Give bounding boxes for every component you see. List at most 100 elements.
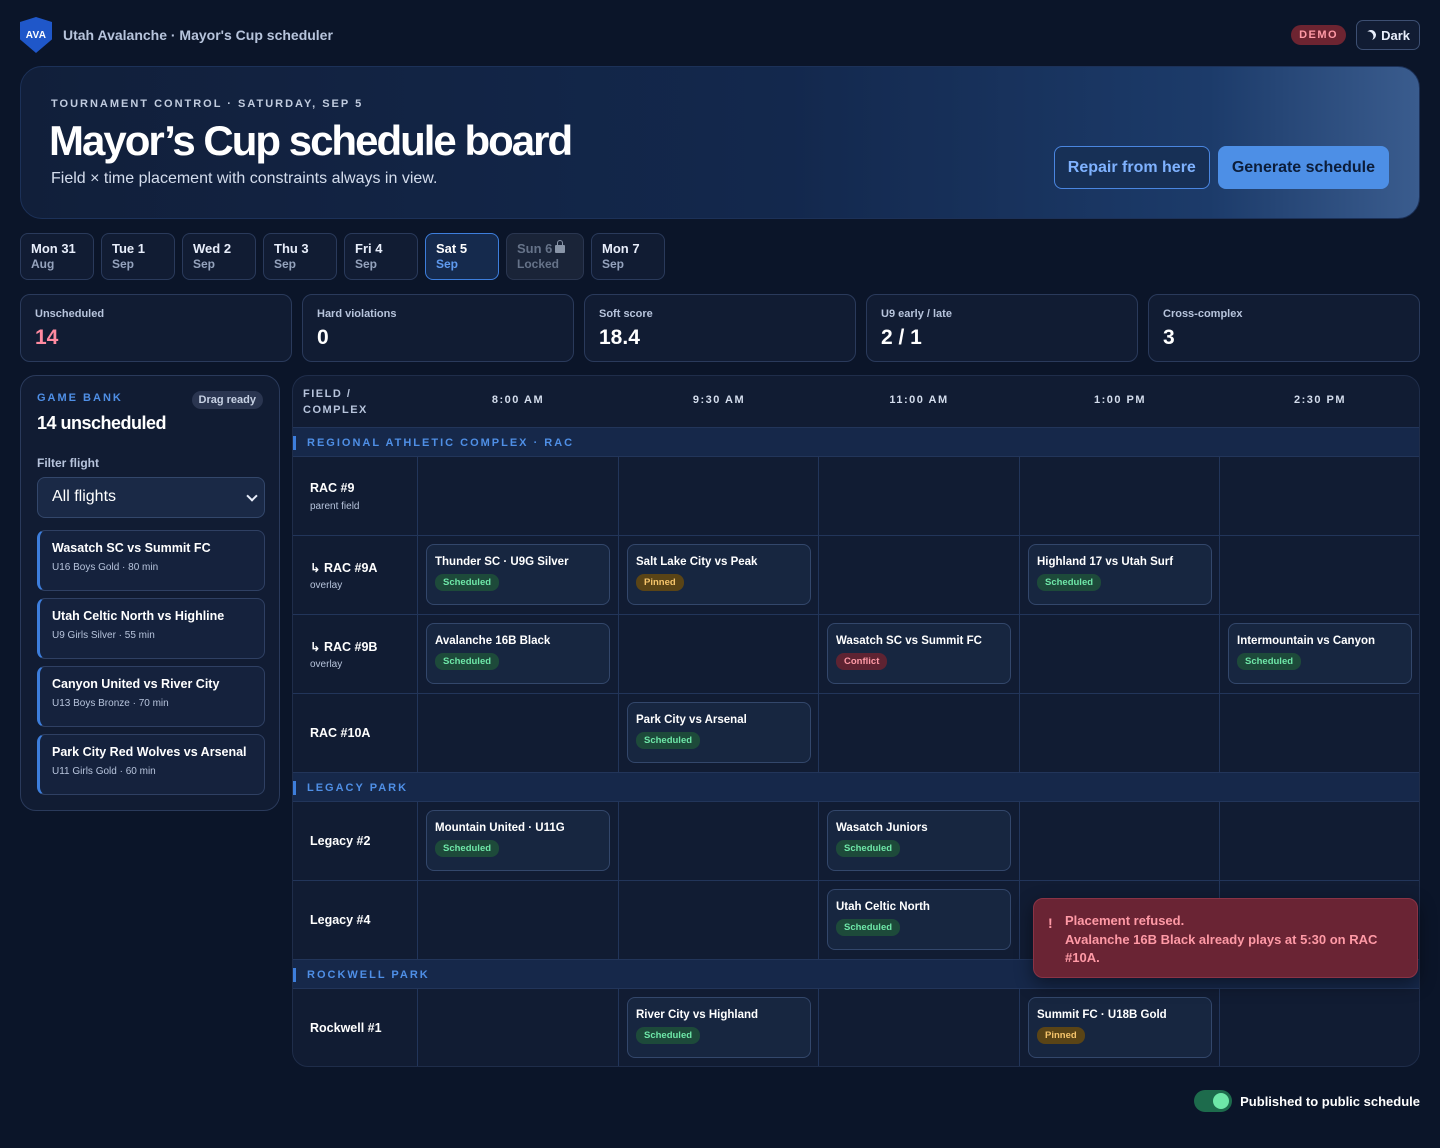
- game-card[interactable]: Mountain United · U11G Scheduled: [426, 810, 610, 871]
- field-label: RAC #10A: [310, 726, 371, 740]
- day-tab[interactable]: Mon 31 Aug: [20, 233, 94, 280]
- day-tab-day: Mon 31: [31, 241, 76, 256]
- bank-game-title: Canyon United vs River City: [52, 677, 220, 691]
- day-tab-day: Sat 5: [436, 241, 468, 256]
- bank-game-card[interactable]: Wasatch SC vs Summit FC U16 Boys Gold · 8…: [37, 530, 265, 591]
- stat-label: Soft score: [599, 308, 653, 320]
- section-accent-bar: [293, 436, 296, 450]
- day-tab[interactable]: Fri 4 Sep: [344, 233, 418, 280]
- slot-cell[interactable]: [818, 694, 1019, 773]
- slot-cell[interactable]: [1019, 615, 1219, 694]
- day-tab[interactable]: Wed 2 Sep: [182, 233, 256, 280]
- slot-cell[interactable]: [818, 989, 1019, 1066]
- slot-cell[interactable]: [1019, 802, 1219, 881]
- bank-game-card[interactable]: Canyon United vs River City U13 Boys Bron…: [37, 666, 265, 727]
- status-badge: Pinned: [1037, 1027, 1085, 1044]
- bank-game-title: Park City Red Wolves vs Arsenal: [52, 745, 247, 759]
- stat-label: Unscheduled: [35, 308, 105, 320]
- game-title: Thunder SC · U9G Silver: [435, 556, 569, 568]
- game-title: Wasatch Juniors: [836, 822, 928, 834]
- slot-cell[interactable]: [818, 536, 1019, 615]
- stat-value: 14: [35, 326, 59, 349]
- slot-cell[interactable]: [417, 694, 618, 773]
- game-title: Salt Lake City vs Peak: [636, 556, 758, 568]
- status-badge: Scheduled: [435, 653, 500, 670]
- stats-row: Unscheduled 14 Hard violations 0 Soft scor…: [20, 294, 1420, 362]
- field-row: ↳ RAC #9B overlay Avalanche 16B Black Sch…: [293, 614, 1419, 694]
- field-sublabel: overlay: [310, 580, 343, 591]
- generate-schedule-button[interactable]: Generate schedule: [1217, 146, 1389, 189]
- stat-u9-early-late: U9 early / late 2 / 1: [866, 294, 1138, 362]
- game-card[interactable]: Summit FC · U18B Gold Pinned: [1028, 997, 1212, 1058]
- stat-label: Cross-complex: [1163, 308, 1243, 320]
- game-card[interactable]: Wasatch Juniors Scheduled: [827, 810, 1011, 871]
- bank-game-card[interactable]: Utah Celtic North vs Highline U9 Girls Si…: [37, 598, 265, 659]
- time-slot-header: 8:00 AM: [491, 394, 545, 406]
- field-row: Rockwell #1 River City vs Highland Schedu…: [293, 988, 1419, 1066]
- complex-name: ROCKWELL PARK: [307, 969, 430, 981]
- game-card[interactable]: Park City vs Arsenal Scheduled: [627, 702, 811, 763]
- day-tab-month: Sep: [436, 257, 459, 271]
- day-tab-month: Sep: [274, 257, 297, 271]
- game-title: River City vs Highland: [636, 1009, 759, 1021]
- slot-cell[interactable]: [1219, 802, 1419, 881]
- slot-cell[interactable]: [618, 457, 818, 536]
- bank-game-card[interactable]: Park City Red Wolves vs Arsenal U11 Girls…: [37, 734, 265, 795]
- day-tab-month: Sep: [602, 257, 625, 271]
- field-row: ↳ RAC #9A overlay Thunder SC · U9G Silve…: [293, 535, 1419, 615]
- game-title: Avalanche 16B Black: [435, 635, 551, 647]
- publish-toggle[interactable]: [1194, 1090, 1233, 1112]
- filter-flight-select[interactable]: All flights: [37, 477, 265, 518]
- game-title: Wasatch SC vs Summit FC: [836, 635, 982, 647]
- game-card[interactable]: Utah Celtic North Scheduled: [827, 889, 1011, 950]
- slot-cell[interactable]: [1019, 457, 1219, 536]
- repair-button[interactable]: Repair from here: [1053, 146, 1210, 189]
- slot-cell[interactable]: [618, 802, 818, 881]
- game-card[interactable]: Salt Lake City vs Peak Pinned: [627, 544, 811, 605]
- stat-label: U9 early / late: [881, 308, 952, 320]
- stat-value: 18.4: [599, 326, 640, 349]
- day-tab[interactable]: Mon 7 Sep: [591, 233, 665, 280]
- bank-game-meta: U13 Boys Bronze · 70 min: [52, 698, 169, 709]
- slot-cell[interactable]: [818, 457, 1019, 536]
- hero-eyebrow: TOURNAMENT CONTROL · SATURDAY, SEP 5: [51, 98, 364, 110]
- game-bank-panel: GAME BANK Drag ready 14 unscheduled Filt…: [20, 375, 280, 811]
- day-tab-month: Locked: [517, 257, 560, 271]
- lock-icon: [555, 240, 566, 253]
- slot-cell[interactable]: [618, 881, 818, 960]
- field-row: RAC #9 parent field: [293, 456, 1419, 536]
- game-title: Park City vs Arsenal: [636, 714, 747, 726]
- toggle-knob: [1213, 1093, 1230, 1109]
- theme-toggle-button[interactable]: Dark: [1356, 20, 1420, 50]
- game-card[interactable]: River City vs Highland Scheduled: [627, 997, 811, 1058]
- day-tab[interactable]: Thu 3 Sep: [263, 233, 337, 280]
- slot-cell[interactable]: [417, 881, 618, 960]
- field-label: ↳ RAC #9A: [310, 561, 378, 575]
- slot-cell[interactable]: [1219, 989, 1419, 1066]
- day-tab-day-text: Sun 6: [517, 241, 553, 256]
- slot-cell[interactable]: [1019, 694, 1219, 773]
- bank-game-title: Wasatch SC vs Summit FC: [52, 541, 211, 555]
- day-tab[interactable]: Tue 1 Sep: [101, 233, 175, 280]
- status-badge: Scheduled: [435, 574, 500, 591]
- slot-cell[interactable]: [417, 457, 618, 536]
- time-slot-header: 2:30 PM: [1293, 394, 1347, 406]
- slot-cell[interactable]: [618, 615, 818, 694]
- slot-cell[interactable]: [1219, 694, 1419, 773]
- day-tab-active[interactable]: Sat 5 Sep: [425, 233, 499, 280]
- status-badge: Scheduled: [836, 840, 901, 857]
- hero-panel: TOURNAMENT CONTROL · SATURDAY, SEP 5 May…: [20, 66, 1420, 219]
- slot-cell[interactable]: [1219, 536, 1419, 615]
- field-label: Legacy #4: [310, 913, 371, 927]
- game-card[interactable]: Wasatch SC vs Summit FC Conflict: [827, 623, 1011, 684]
- unscheduled-count: 14 unscheduled: [37, 413, 167, 433]
- game-title: Intermountain vs Canyon: [1237, 635, 1376, 647]
- game-card[interactable]: Avalanche 16B Black Scheduled: [426, 623, 610, 684]
- game-card[interactable]: Thunder SC · U9G Silver Scheduled: [426, 544, 610, 605]
- slot-cell[interactable]: [417, 989, 618, 1066]
- stat-unscheduled: Unscheduled 14: [20, 294, 292, 362]
- game-card[interactable]: Highland 17 vs Utah Surf Scheduled: [1028, 544, 1212, 605]
- game-card[interactable]: Intermountain vs Canyon Scheduled: [1228, 623, 1412, 684]
- slot-cell[interactable]: [1219, 457, 1419, 536]
- publish-control: Published to public schedule: [1194, 1090, 1420, 1112]
